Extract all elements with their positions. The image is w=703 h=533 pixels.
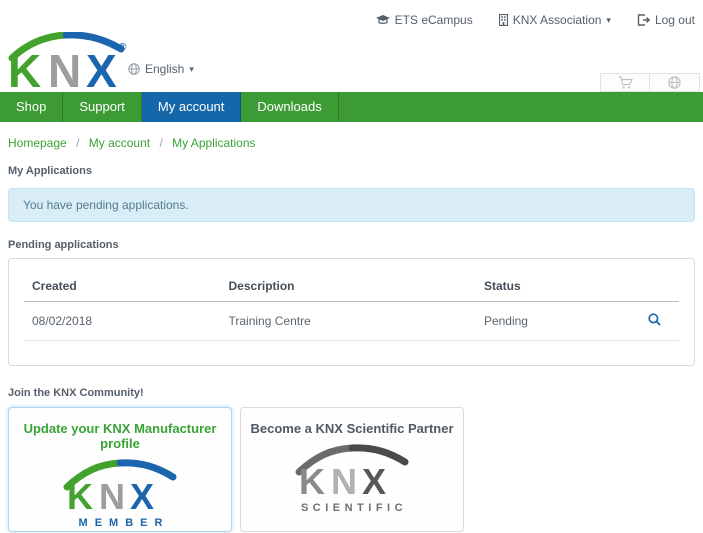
applications-table: Created Description Status 08/02/2018 Tr… <box>24 269 679 341</box>
nav-item-my-account[interactable]: My account <box>141 92 242 122</box>
logo-letter-n: N <box>331 461 357 502</box>
link-label: Log out <box>654 13 695 27</box>
nav-item-support[interactable]: Support <box>63 92 142 122</box>
card-title: Become a KNX Scientific Partner <box>250 421 454 436</box>
knx-association-link[interactable]: KNX Association ▾ <box>498 13 611 27</box>
ets-ecampus-link[interactable]: ETS eCampus <box>375 13 473 27</box>
building-icon <box>498 14 508 26</box>
nav-item-downloads[interactable]: Downloads <box>241 92 339 122</box>
member-wordmark: MEMBER <box>79 517 170 529</box>
pending-applications-label: Pending applications <box>8 239 119 251</box>
logo-letter-x: X <box>86 45 117 90</box>
globe-icon <box>668 76 681 89</box>
logout-link[interactable]: Log out <box>637 13 695 27</box>
globe-tab[interactable] <box>650 73 700 92</box>
breadcrumb-my-account[interactable]: My account <box>89 136 150 150</box>
language-selector[interactable]: English ▾ <box>128 62 194 76</box>
scientific-wordmark: SCIENTIFIC <box>301 502 407 514</box>
knx-scientific-logo: K N X SCIENTIFIC <box>295 444 409 514</box>
column-header-actions <box>639 269 679 302</box>
view-application-button[interactable] <box>648 313 661 326</box>
cell-created: 08/02/2018 <box>24 301 221 341</box>
card-title: Update your KNX Manufacturer profile <box>23 421 217 451</box>
cart-icon <box>618 75 633 89</box>
applications-panel: Created Description Status 08/02/2018 Tr… <box>8 258 695 366</box>
cell-status: Pending <box>475 301 640 341</box>
language-label: English <box>145 62 185 76</box>
graduation-cap-icon <box>375 15 390 24</box>
breadcrumb-homepage[interactable]: Homepage <box>8 136 67 150</box>
registered-mark: ® <box>119 42 127 53</box>
logo-letter-x: X <box>362 461 386 502</box>
nav-item-shop[interactable]: Shop <box>0 92 64 122</box>
cart-tab[interactable] <box>600 73 650 92</box>
knx-logo[interactable]: K N X ® <box>8 32 128 90</box>
cell-description: Training Centre <box>220 301 476 341</box>
logo-letter-n: N <box>99 476 125 517</box>
main-content: Homepage / My account / My Applications … <box>8 122 695 532</box>
community-cards: Update your KNX Manufacturer profile K N… <box>8 407 695 532</box>
table-row: 08/02/2018 Training Centre Pending <box>24 301 679 341</box>
logo-letter-x: X <box>130 476 154 517</box>
breadcrumb: Homepage / My account / My Applications <box>8 122 695 150</box>
main-nav: Shop Support My account Downloads <box>0 92 703 122</box>
page-title: My Applications <box>8 165 92 177</box>
card-knx-member[interactable]: Update your KNX Manufacturer profile K N… <box>8 407 232 532</box>
community-label: Join the KNX Community! <box>8 387 144 399</box>
chevron-down-icon: ▾ <box>189 63 194 74</box>
chevron-down-icon: ▾ <box>606 14 611 25</box>
logo-letter-n: N <box>48 45 81 90</box>
knx-member-logo: K N X MEMBER <box>63 459 177 529</box>
logout-icon <box>637 14 650 26</box>
logo-letter-k: K <box>8 45 41 90</box>
column-header-created: Created <box>24 269 221 302</box>
column-header-status: Status <box>475 269 640 302</box>
logo-arc-right <box>348 444 409 466</box>
column-header-description: Description <box>220 269 476 302</box>
breadcrumb-my-applications[interactable]: My Applications <box>172 136 255 150</box>
card-knx-scientific[interactable]: Become a KNX Scientific Partner K N X SC… <box>240 407 464 532</box>
link-label: ETS eCampus <box>394 13 473 27</box>
info-alert: You have pending applications. <box>8 188 695 222</box>
breadcrumb-separator: / <box>159 136 163 150</box>
header-mini-tabs <box>600 73 700 92</box>
logo-letter-k: K <box>299 461 325 502</box>
logo-letter-k: K <box>67 476 93 517</box>
link-label: KNX Association <box>512 13 602 27</box>
magnifier-icon <box>648 313 661 326</box>
header-utility-nav: ETS eCampus KNX Association ▾ Log out <box>375 13 695 27</box>
globe-icon <box>128 63 140 75</box>
breadcrumb-separator: / <box>76 136 80 150</box>
logo-arc-blue <box>116 459 177 481</box>
